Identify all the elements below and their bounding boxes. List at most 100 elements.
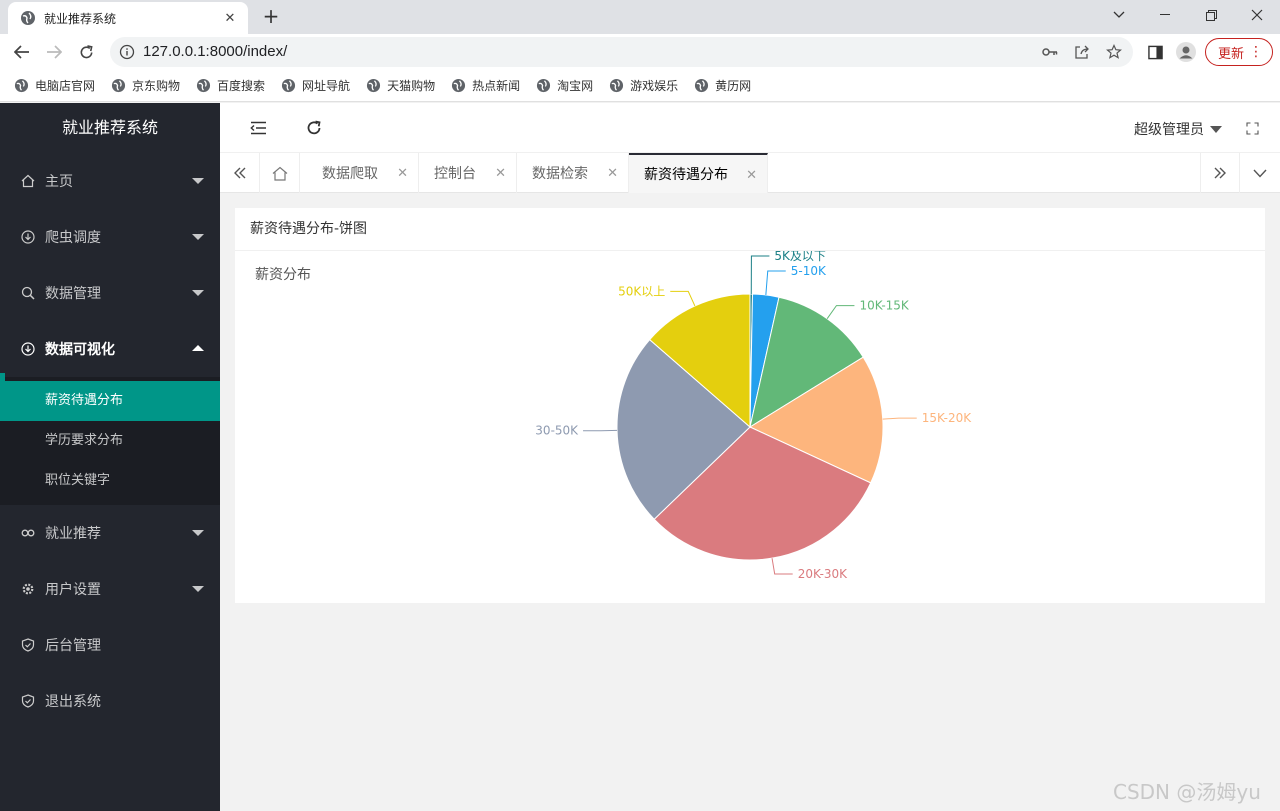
close-icon[interactable]: ✕	[607, 166, 618, 181]
chart-card: 薪资待遇分布-饼图 薪资分布 5K及以下 5-10K 10K-15K 15K-20K 2…	[235, 208, 1265, 603]
page-tabs-bar: 数据爬取 ✕ 控制台 ✕ 数据检索 ✕ 薪资待遇分布 ✕	[220, 153, 1280, 193]
menu-fold-icon[interactable]	[248, 118, 268, 138]
shield-icon	[20, 693, 36, 709]
bookmark-6[interactable]: 淘宝网	[536, 77, 593, 94]
profile-avatar-icon[interactable]	[1176, 42, 1196, 62]
user-menu[interactable]: 超级管理员	[1134, 119, 1222, 139]
chevron-down-icon	[192, 290, 204, 296]
sidebar-item-logout[interactable]: 退出系统	[0, 673, 220, 729]
info-icon[interactable]	[119, 44, 135, 60]
restore-button[interactable]	[1188, 0, 1234, 30]
sidebar-item-visualization[interactable]: 数据可视化	[0, 321, 220, 377]
sidebar-item-home[interactable]: 主页	[0, 153, 220, 209]
bookmark-label: 淘宝网	[557, 79, 594, 93]
sidebar-item-data-manage[interactable]: 数据管理	[0, 265, 220, 321]
pie-label-4: 20K-30K	[798, 567, 848, 581]
browser-tab[interactable]: 就业推荐系统 ✕	[8, 2, 248, 34]
tab-label: 数据检索	[532, 166, 588, 182]
bookmarks-bar: 电脑店官网 京东购物 百度搜索 网址导航 天猫购物 热点新闻 淘宝网 游戏娱乐 …	[0, 70, 1280, 102]
bookmark-3[interactable]: 网址导航	[281, 77, 350, 94]
bookmark-0[interactable]: 电脑店官网	[14, 77, 95, 94]
bookmark-5[interactable]: 热点新闻	[451, 77, 520, 94]
close-icon[interactable]: ✕	[222, 11, 238, 26]
globe-icon	[196, 78, 211, 93]
submenu-item-education[interactable]: 学历要求分布	[0, 421, 220, 461]
user-name: 超级管理员	[1134, 122, 1204, 138]
pie-leader-line-2	[826, 305, 855, 319]
minimize-button[interactable]	[1142, 0, 1188, 30]
star-icon[interactable]	[1105, 43, 1123, 61]
back-arrow-icon[interactable]	[9, 39, 35, 65]
tabs-dropdown-icon[interactable]	[1240, 153, 1280, 193]
browser-tabstrip: 就业推荐系统 ✕ +	[0, 0, 1280, 34]
tab-crawl[interactable]: 数据爬取 ✕	[307, 153, 419, 193]
sidebar-item-label: 退出系统	[45, 694, 101, 710]
bookmark-2[interactable]: 百度搜索	[196, 77, 265, 94]
globe-icon	[610, 78, 624, 93]
forward-arrow-icon[interactable]	[41, 39, 67, 65]
sidebar-item-label: 爬虫调度	[45, 230, 101, 246]
pie-leader-line-1	[765, 270, 786, 295]
sidebar-item-label: 就业推荐	[45, 526, 101, 542]
link-icon	[20, 525, 36, 541]
bookmark-1[interactable]: 京东购物	[111, 77, 180, 94]
sidebar-item-label: 主页	[45, 174, 73, 190]
tabs-right-icon[interactable]	[1200, 153, 1240, 193]
globe-icon	[537, 78, 551, 93]
tab-search-icon[interactable]	[1096, 0, 1142, 30]
bookmark-4[interactable]: 天猫购物	[366, 77, 435, 94]
refresh-icon[interactable]	[304, 118, 324, 138]
sidebar-item-admin[interactable]: 后台管理	[0, 617, 220, 673]
pie-leader-line-3	[882, 417, 917, 420]
tab-salary[interactable]: 薪资待遇分布 ✕	[629, 153, 768, 193]
reload-icon[interactable]	[73, 39, 99, 65]
tabs-left-icon[interactable]	[220, 153, 260, 193]
pie-label-3: 15K-20K	[922, 411, 972, 425]
shield-icon	[20, 637, 36, 653]
pie-leader-line-4	[771, 558, 793, 575]
bookmark-7[interactable]: 游戏娱乐	[609, 77, 678, 94]
sidebar-item-crawler[interactable]: 爬虫调度	[0, 209, 220, 265]
url-text[interactable]: 127.0.0.1:8000/index/	[143, 43, 287, 60]
submenu-item-keywords[interactable]: 职位关键字	[0, 461, 220, 501]
pie-chart: 5K及以下5-10K 10K-15K 15K-20K 20K-30K 30-50K 50K…	[535, 251, 972, 581]
tab-search[interactable]: 数据检索 ✕	[517, 153, 629, 193]
pie-label-1: 5-10K	[791, 264, 827, 278]
globe-icon	[14, 78, 29, 93]
sidebar: 就业推荐系统 主页 爬虫调度 数据管理 数据可视化 薪资待遇分布 学历要求分布 …	[0, 103, 220, 811]
pie-leader-line-6	[670, 290, 696, 307]
pie-label-0: 5K及以下	[774, 251, 826, 263]
browser-toolbar: 127.0.0.1:8000/index/ 更新 ⋮	[0, 34, 1280, 70]
close-icon[interactable]: ✕	[495, 166, 506, 181]
update-button[interactable]: 更新 ⋮	[1205, 38, 1273, 66]
share-icon[interactable]	[1073, 43, 1091, 61]
close-icon[interactable]: ✕	[746, 168, 757, 183]
tab-label: 数据爬取	[322, 166, 378, 182]
key-icon[interactable]	[1041, 43, 1059, 61]
address-bar[interactable]: 127.0.0.1:8000/index/	[110, 37, 1133, 67]
chevron-down-icon	[192, 530, 204, 536]
app-header: 超级管理员	[220, 103, 1280, 153]
card-title: 薪资待遇分布-饼图	[235, 208, 1265, 251]
chevron-down-icon	[192, 234, 204, 240]
sidebar-item-recommend[interactable]: 就业推荐	[0, 505, 220, 561]
bookmark-label: 京东购物	[132, 79, 181, 93]
window-controls	[1096, 0, 1280, 30]
close-window-button[interactable]	[1234, 0, 1280, 30]
close-icon[interactable]: ✕	[397, 166, 408, 181]
chevron-down-icon	[192, 586, 204, 592]
new-tab-button[interactable]: +	[260, 5, 282, 27]
side-panel-icon[interactable]	[1145, 42, 1165, 62]
more-menu-icon[interactable]: ⋮	[1249, 45, 1263, 59]
bookmark-8[interactable]: 黄历网	[694, 77, 751, 94]
bookmark-label: 热点新闻	[472, 79, 521, 93]
fullscreen-icon[interactable]	[1242, 118, 1262, 138]
download-icon	[20, 229, 36, 245]
tab-console[interactable]: 控制台 ✕	[419, 153, 517, 193]
submenu-item-salary[interactable]: 薪资待遇分布	[0, 373, 220, 421]
sidebar-item-user-settings[interactable]: 用户设置	[0, 561, 220, 617]
gear-icon	[20, 581, 36, 597]
bookmark-label: 网址导航	[302, 79, 351, 93]
home-tab-icon[interactable]	[260, 153, 300, 193]
globe-icon	[695, 78, 709, 93]
